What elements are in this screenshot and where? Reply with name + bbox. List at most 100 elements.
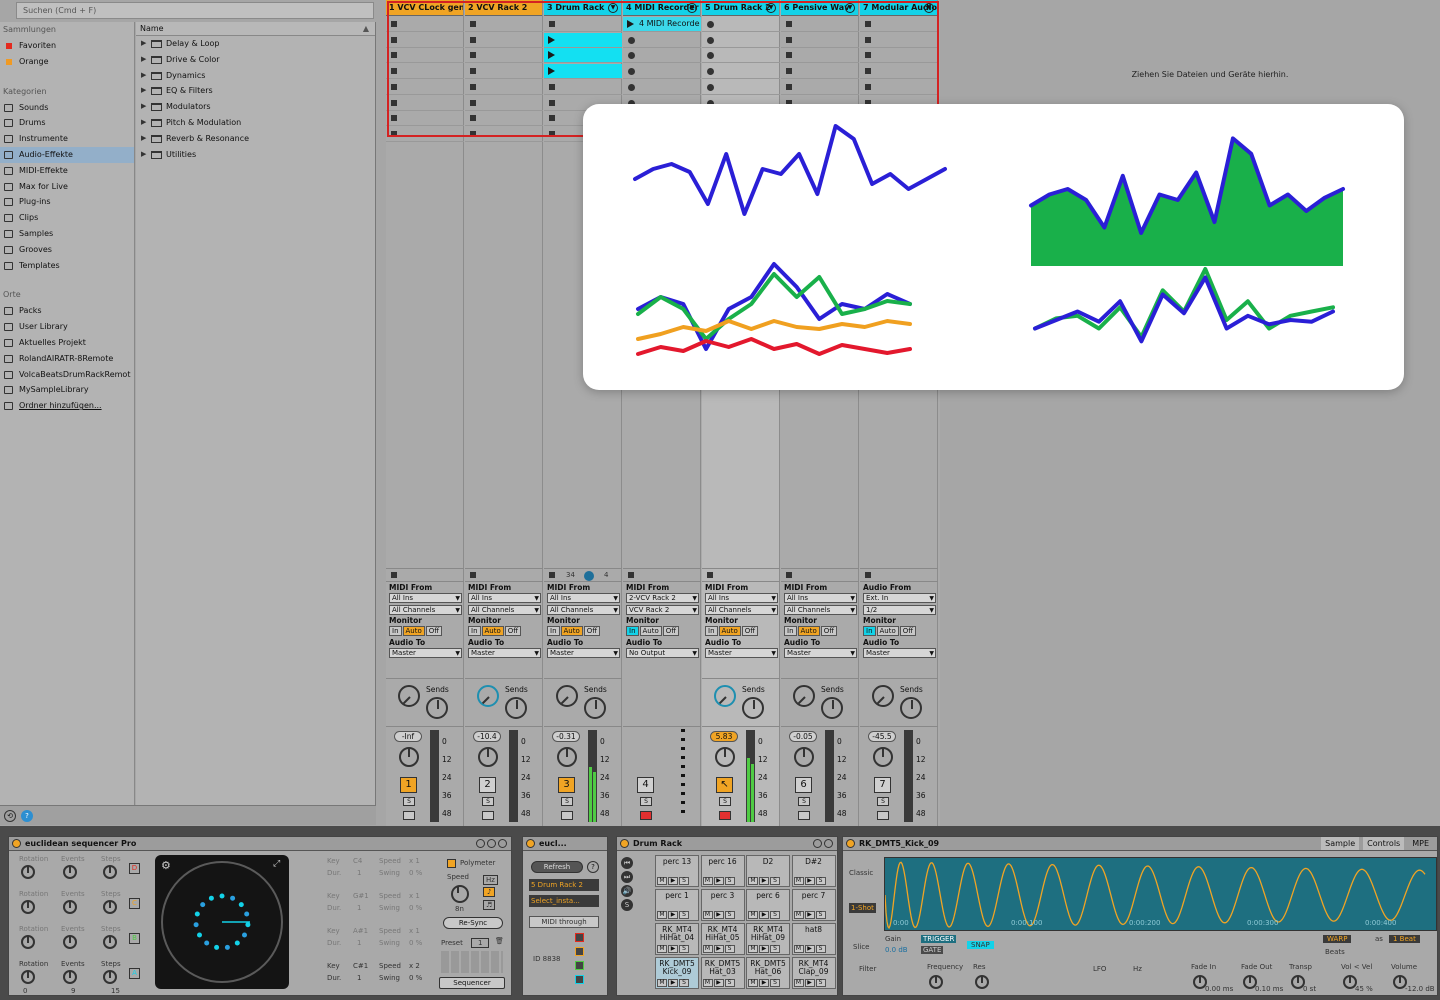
input-channel-select[interactable]: All Channels	[468, 605, 541, 615]
category-templates[interactable]: Templates	[0, 258, 134, 274]
beats-select[interactable]: Beats	[1325, 948, 1345, 956]
fold-icon[interactable]: ▼	[924, 3, 934, 13]
folder-item[interactable]: ▶ Dynamics	[136, 68, 375, 84]
drum-pad[interactable]: RK_DMT5 Kick_09 M ▶ S	[655, 957, 699, 989]
pad-solo-button[interactable]: S	[815, 877, 826, 885]
arm-button[interactable]	[561, 811, 573, 820]
filter-toggle[interactable]: Filter	[859, 965, 876, 973]
speed-value[interactable]: x 1	[409, 892, 420, 900]
rotation-value[interactable]: 0	[23, 987, 27, 995]
events-value[interactable]: 9	[71, 987, 75, 995]
track-header[interactable]: 2 VCV Rack 2	[465, 0, 542, 16]
monitor-off-button[interactable]: Off	[504, 626, 522, 636]
input-channel-select[interactable]: 1/2	[863, 605, 936, 615]
folder-item[interactable]: ▶ Drive & Color	[136, 52, 375, 68]
monitor-auto-button[interactable]: Auto	[639, 626, 662, 636]
pad-mute-button[interactable]: M	[748, 877, 758, 885]
expand-icon[interactable]: ▶	[141, 99, 146, 115]
track-activator-button-cursor[interactable]: ↖	[716, 777, 733, 793]
key-value[interactable]: A#1	[353, 927, 368, 935]
mode-one-shot[interactable]: 1-Shot	[849, 903, 876, 913]
place-item[interactable]: MySampleLibrary	[0, 382, 134, 398]
clip-slot[interactable]	[544, 32, 622, 48]
play-icon[interactable]	[627, 20, 634, 28]
send-b-knob[interactable]	[584, 697, 606, 719]
clip-slot[interactable]	[702, 17, 780, 32]
clip-slot[interactable]	[465, 48, 543, 64]
track-header[interactable]: 6 Pensive Wav ▼	[781, 0, 858, 16]
send-b-knob[interactable]	[900, 697, 922, 719]
track-header[interactable]: 5 Drum Rack 2 ▼	[702, 0, 779, 16]
pad-nav-icon[interactable]: ⏮	[621, 857, 633, 869]
volume-value[interactable]: -12.0 dB	[1405, 985, 1435, 993]
steps-value[interactable]: 15	[111, 987, 120, 995]
pad-mute-button[interactable]: M	[702, 877, 713, 885]
clip-slot[interactable]	[623, 48, 701, 64]
track-activator-button[interactable]: 2	[479, 777, 496, 793]
euclid-knob[interactable]	[21, 970, 35, 984]
help-icon[interactable]: ?	[587, 861, 599, 873]
track-header[interactable]: 7 Modular Audio I ▼	[860, 0, 937, 16]
record-icon[interactable]	[707, 52, 714, 60]
midi-through-button[interactable]: MIDI through	[529, 916, 599, 928]
stop-icon[interactable]	[391, 130, 397, 137]
settings-gear-icon[interactable]: ⚙	[161, 859, 171, 872]
output-select[interactable]: Master	[389, 648, 462, 658]
folder-item[interactable]: ▶ EQ & Filters	[136, 83, 375, 99]
fold-icon[interactable]: ▼	[845, 3, 855, 13]
clip-slot[interactable]	[781, 64, 859, 80]
clip-slot[interactable]	[623, 64, 701, 80]
clip-slot[interactable]	[544, 80, 622, 95]
pad-mute-button[interactable]: M	[793, 945, 804, 953]
snap-button[interactable]: SNAP	[967, 941, 994, 949]
euclid-knob[interactable]	[21, 900, 35, 914]
input-channel-select[interactable]: All Channels	[784, 605, 857, 615]
clip-slot[interactable]	[465, 17, 543, 32]
input-source-select[interactable]: All Ins	[784, 593, 857, 603]
clip-slot[interactable]	[544, 64, 622, 80]
monitor-off-button[interactable]: Off	[662, 626, 680, 636]
gate-button[interactable]: GATE	[921, 946, 944, 954]
monitor-off-button[interactable]: Off	[425, 626, 443, 636]
sequencer-button[interactable]: Sequencer	[439, 977, 505, 989]
gain-value[interactable]: 0.0 dB	[885, 946, 908, 954]
stop-icon[interactable]	[786, 52, 792, 59]
pad-mute-button[interactable]: M	[657, 877, 667, 885]
solo-button[interactable]: S	[482, 797, 494, 806]
clip-slot[interactable]	[781, 48, 859, 64]
euclid-knob[interactable]	[103, 935, 117, 949]
track-activator-button[interactable]: 4	[637, 777, 654, 793]
stop-clips-icon[interactable]	[470, 572, 476, 578]
monitor-off-button[interactable]: Off	[899, 626, 917, 636]
fadeout-value[interactable]: 0.10 ms	[1255, 985, 1283, 993]
place-item[interactable]: Packs	[0, 303, 134, 319]
transp-value[interactable]: 0 st	[1303, 985, 1316, 993]
send-a-knob[interactable]	[398, 685, 420, 707]
input-channel-select[interactable]: VCV Rack 2	[626, 605, 699, 615]
arm-button[interactable]	[482, 811, 494, 820]
monitor-in-button[interactable]: In	[547, 626, 560, 636]
solo-button[interactable]: S	[561, 797, 573, 806]
expand-icon[interactable]: ▶	[141, 131, 146, 147]
clip-slot[interactable]	[623, 80, 701, 95]
euclid-knob[interactable]	[103, 865, 117, 879]
input-source-select[interactable]: All Ins	[389, 593, 462, 603]
tab-controls[interactable]: Controls	[1363, 837, 1405, 850]
stop-clips-icon[interactable]	[707, 572, 713, 578]
input-channel-select[interactable]: All Channels	[547, 605, 620, 615]
input-source-select[interactable]: All Ins	[547, 593, 620, 603]
send-b-knob[interactable]	[426, 697, 448, 719]
input-source-select[interactable]: All Ins	[468, 593, 541, 603]
input-source-select[interactable]: All Ins	[705, 593, 778, 603]
arm-button[interactable]	[403, 811, 415, 820]
pad-play-button[interactable]: ▶	[804, 911, 815, 919]
send-b-knob[interactable]	[505, 697, 527, 719]
send-b-knob[interactable]	[742, 697, 764, 719]
record-icon[interactable]	[707, 68, 714, 76]
speed-value[interactable]: x 1	[409, 927, 420, 935]
volume-value[interactable]: -45.5	[868, 731, 896, 742]
pad-nav-icon[interactable]: ⏭	[621, 871, 633, 883]
place-item[interactable]: User Library	[0, 319, 134, 335]
clip-slot[interactable]	[860, 48, 938, 64]
volume-value[interactable]: 5.83	[710, 731, 738, 742]
